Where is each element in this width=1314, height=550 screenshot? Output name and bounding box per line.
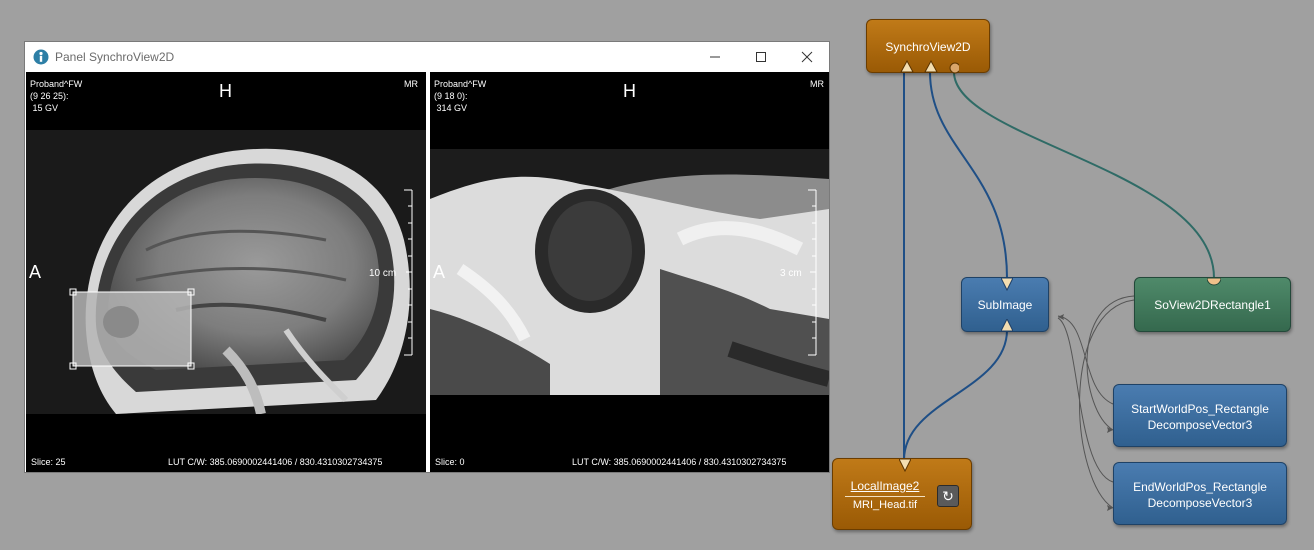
module-subimage[interactable]: SubImage — [961, 277, 1049, 332]
module-label: SoView2DRectangle1 — [1154, 298, 1271, 312]
reload-button[interactable]: ↻ — [937, 485, 959, 507]
module-ports — [900, 59, 959, 74]
input-port-icon — [899, 459, 911, 472]
close-icon — [801, 51, 813, 63]
module-label: EndWorldPos_Rectangle — [1133, 480, 1267, 494]
voxel-value: 314 GV — [434, 103, 468, 113]
module-startworldpos-decompose[interactable]: StartWorldPos_Rectangle DecomposeVector3 — [1113, 384, 1287, 447]
lut-label: LUT C/W: 385.0690002441406 / 830.4310302… — [572, 457, 787, 467]
scale-bar — [808, 189, 817, 356]
maximize-icon — [756, 52, 766, 62]
orientation-top: H — [623, 81, 636, 101]
lut-label: LUT C/W: 385.0690002441406 / 830.4310302… — [168, 457, 383, 467]
reload-icon: ↻ — [942, 488, 954, 504]
connection-synchro-to-sorect — [953, 71, 1215, 279]
connection-local-to-subimage — [903, 329, 1008, 461]
scale-label: 10 cm — [369, 268, 397, 279]
modality-label: MR — [810, 79, 824, 89]
module-type-label: DecomposeVector3 — [1147, 496, 1253, 510]
scene-port-icon — [1207, 278, 1221, 286]
minimize-icon — [710, 56, 720, 58]
connection-field-4 — [1057, 317, 1114, 483]
module-localimage2[interactable]: LocalImage2 MRI_Head.tif ↻ — [832, 458, 972, 530]
patient-name: Proband^FW — [434, 79, 487, 89]
module-label: StartWorldPos_Rectangle — [1131, 402, 1269, 416]
slice-label: Slice: 0 — [435, 457, 465, 467]
modality-label: MR — [404, 79, 418, 89]
voxel-coords: (9 26 25): — [30, 91, 69, 101]
module-label: SubImage — [977, 298, 1033, 312]
module-label: SynchroView2D — [885, 40, 971, 54]
minimize-button[interactable] — [692, 42, 738, 72]
panel-window: Panel SynchroView2D Proband^FW (9 26 25)… — [24, 41, 830, 473]
patient-name: Proband^FW — [30, 79, 83, 89]
mri-sagittal-image — [26, 130, 426, 414]
slice-label: Slice: 25 — [31, 457, 66, 467]
module-label: LocalImage2 — [850, 479, 920, 493]
scale-bar — [404, 189, 413, 356]
connection-subimage-to-synchro — [929, 71, 1008, 279]
viewer-right[interactable]: Proband^FW (9 18 0): 314 GV MR H A 3 cm … — [430, 72, 829, 472]
orientation-top: H — [219, 81, 232, 101]
module-soview2drectangle1[interactable]: SoView2DRectangle1 — [1134, 277, 1291, 332]
module-type-label: DecomposeVector3 — [1147, 418, 1253, 432]
module-synchroview2d[interactable]: SynchroView2D — [866, 19, 990, 74]
window-title: Panel SynchroView2D — [55, 50, 175, 64]
viewer-left[interactable]: Proband^FW (9 26 25): 15 GV MR H A 10 cm… — [26, 72, 426, 472]
window-titlebar[interactable]: Panel SynchroView2D — [25, 42, 829, 72]
scale-label: 3 cm — [780, 268, 802, 279]
module-filename: MRI_Head.tif — [852, 499, 918, 511]
connection-field-3 — [1057, 315, 1114, 405]
voxel-value: 15 GV — [30, 103, 59, 113]
orientation-left: A — [433, 262, 446, 282]
voxel-coords: (9 18 0): — [434, 91, 468, 101]
output-port-icon — [1001, 319, 1013, 332]
mri-subimage-zoom — [430, 149, 829, 395]
app-logo-icon — [33, 49, 49, 65]
close-button[interactable] — [784, 42, 830, 72]
module-endworldpos-decompose[interactable]: EndWorldPos_Rectangle DecomposeVector3 — [1113, 462, 1287, 525]
orientation-left: A — [29, 262, 42, 282]
input-port-icon — [1001, 278, 1013, 291]
module-divider — [845, 496, 925, 497]
maximize-button[interactable] — [738, 42, 784, 72]
